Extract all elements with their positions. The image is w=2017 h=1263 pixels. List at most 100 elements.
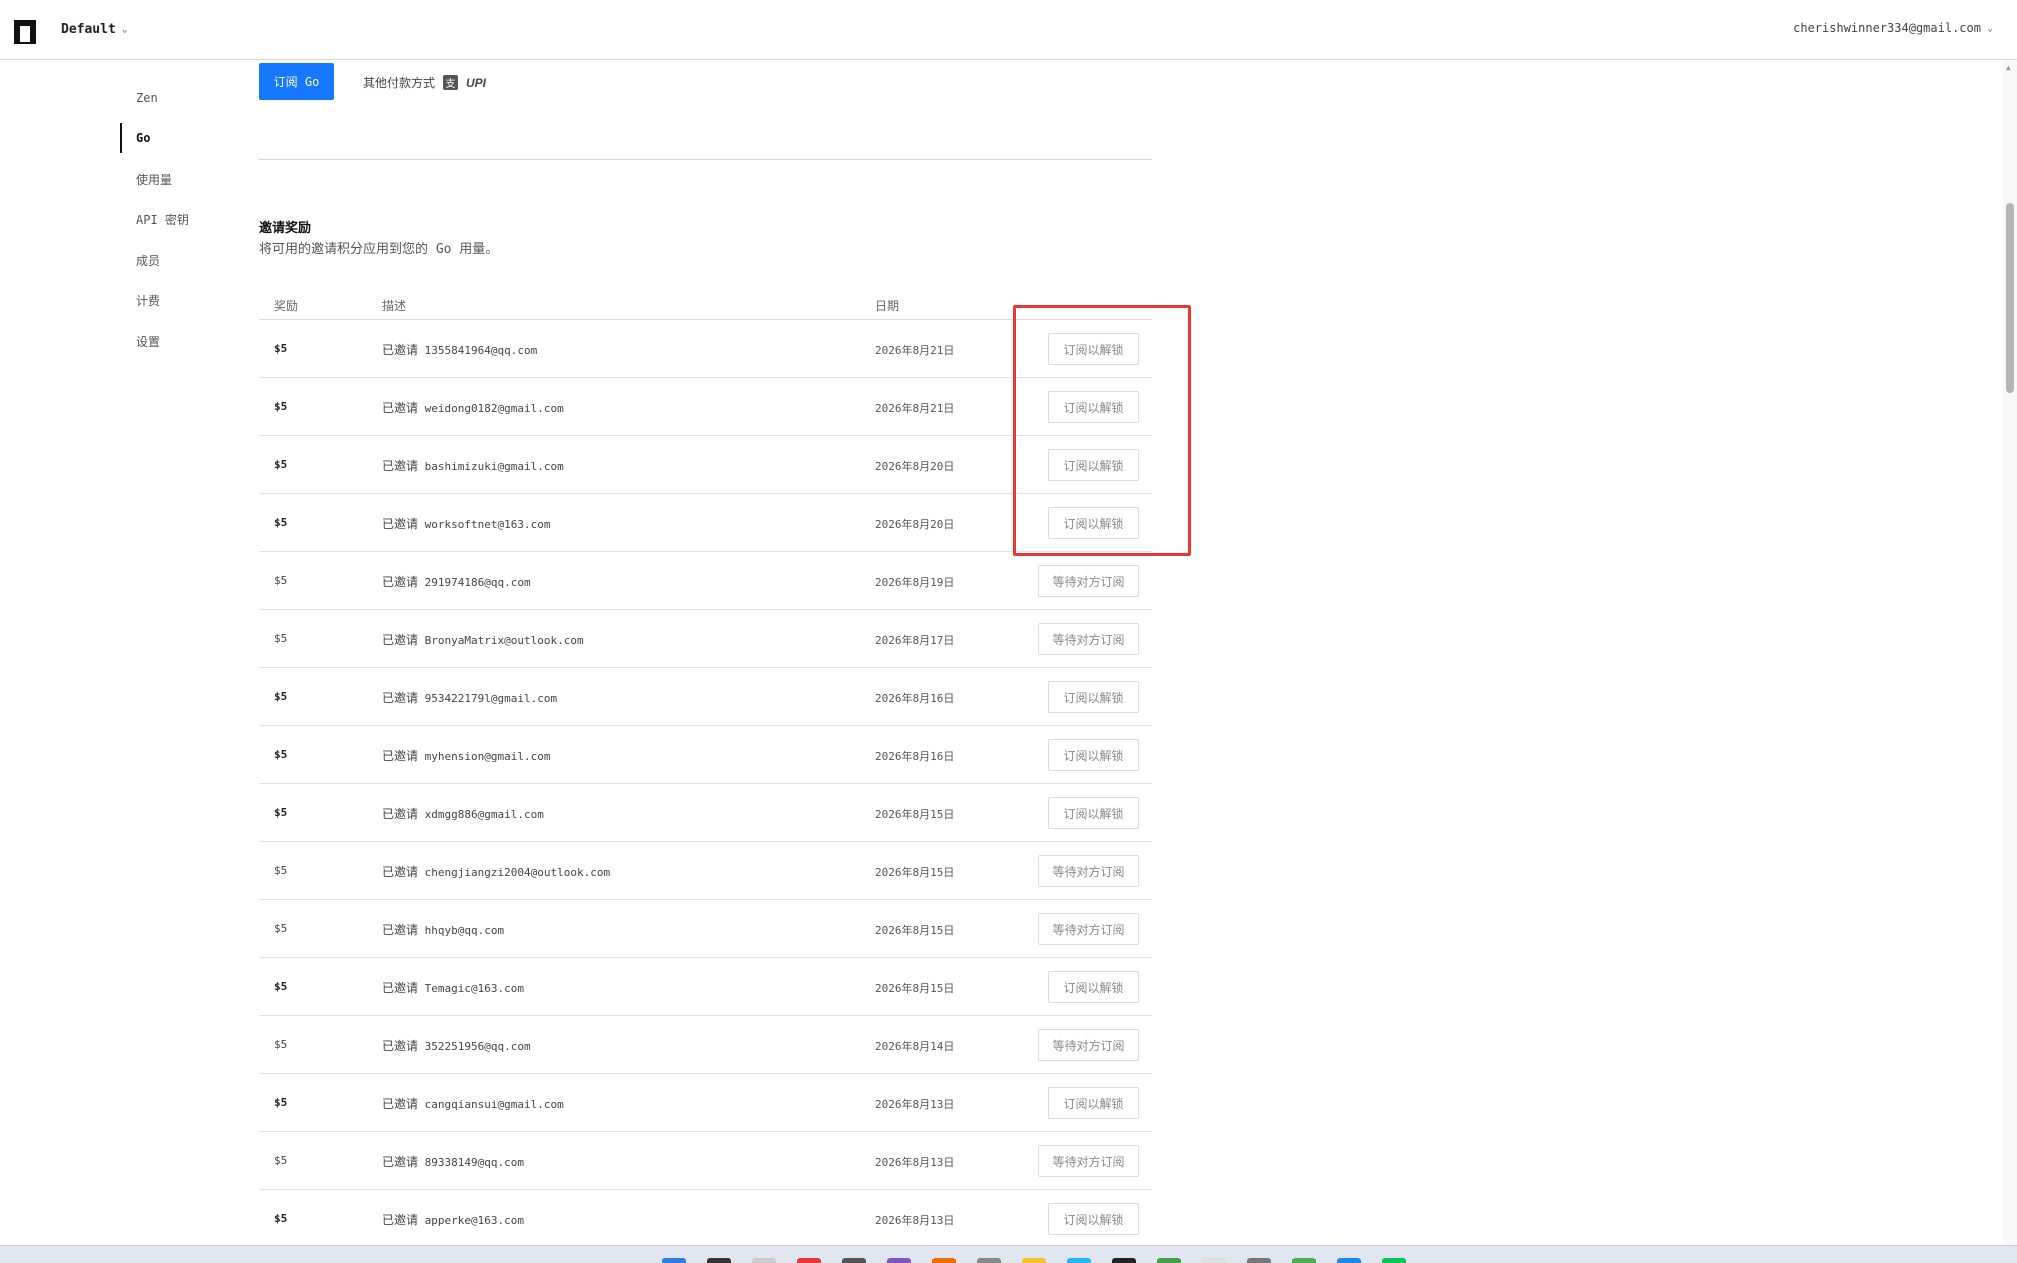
taskbar-app-icon[interactable] — [842, 1258, 866, 1263]
reward-amount: $5 — [274, 632, 288, 645]
table-row: $5 已邀请 1355841964@qq.com 2026年8月21日 订阅以解锁 — [259, 320, 1152, 378]
taskbar-app-icon[interactable] — [752, 1258, 776, 1263]
app-logo-icon[interactable] — [14, 20, 36, 44]
waiting-for-subscription-button[interactable]: 等待对方订阅 — [1038, 855, 1139, 887]
waiting-for-subscription-button[interactable]: 等待对方订阅 — [1038, 623, 1139, 655]
subscribe-to-unlock-button[interactable]: 订阅以解锁 — [1048, 681, 1139, 713]
reward-amount: $5 — [274, 400, 288, 413]
invited-label: 已邀请 — [382, 865, 419, 879]
sidebar-item-usage[interactable]: 使用量 — [120, 164, 240, 194]
invited-label: 已邀请 — [382, 633, 419, 647]
sidebar-item-settings[interactable]: 设置 — [120, 326, 240, 356]
invitee-email: 953422179l@gmail.com — [424, 692, 558, 705]
taskbar-app-icon[interactable] — [707, 1258, 731, 1263]
taskbar-app-icon[interactable] — [1202, 1258, 1226, 1263]
taskbar-app-icon[interactable] — [1157, 1258, 1181, 1263]
taskbar-app-icon[interactable] — [1067, 1258, 1091, 1263]
taskbar-app-icon[interactable] — [977, 1258, 1001, 1263]
waiting-for-subscription-button[interactable]: 等待对方订阅 — [1038, 913, 1139, 945]
table-row: $5 已邀请 xdmgg886@gmail.com 2026年8月15日 订阅以解锁 — [259, 784, 1152, 842]
invited-label: 已邀请 — [382, 575, 419, 589]
subscribe-to-unlock-button[interactable]: 订阅以解锁 — [1048, 507, 1139, 539]
sidebar-item-go[interactable]: Go — [120, 123, 240, 153]
table-row: $5 已邀请 BronyaMatrix@outlook.com 2026年8月17日… — [259, 610, 1152, 668]
reward-amount: $5 — [274, 458, 288, 471]
subscribe-go-label: 订阅 Go — [273, 75, 320, 89]
scroll-up-icon[interactable]: ▲ — [2006, 63, 2011, 72]
invited-label: 已邀请 — [382, 343, 419, 357]
other-payment-label: 其他付款方式 — [363, 76, 436, 90]
reward-description: 已邀请 worksoftnet@163.com — [382, 515, 550, 532]
table-row: $5 已邀请 bashimizuki@gmail.com 2026年8月20日 订阅以… — [259, 436, 1152, 494]
subscribe-to-unlock-button[interactable]: 订阅以解锁 — [1048, 391, 1139, 423]
reward-description: 已邀请 89338149@qq.com — [382, 1153, 524, 1170]
sidebar-item-zen[interactable]: Zen — [120, 83, 240, 113]
scroll-thumb[interactable] — [2006, 203, 2014, 393]
sidebar-item-members[interactable]: 成员 — [120, 245, 240, 275]
reward-description: 已邀请 bashimizuki@gmail.com — [382, 457, 564, 474]
reward-description: 已邀请 myhension@gmail.com — [382, 747, 550, 764]
taskbar-app-icon[interactable] — [887, 1258, 911, 1263]
sidebar-item-label: Go — [136, 131, 151, 145]
subscribe-to-unlock-button[interactable]: 订阅以解锁 — [1048, 333, 1139, 365]
invitee-email: cangqiansui@gmail.com — [424, 1098, 564, 1111]
waiting-for-subscription-button[interactable]: 等待对方订阅 — [1038, 1029, 1139, 1061]
waiting-for-subscription-button[interactable]: 等待对方订阅 — [1038, 1145, 1139, 1177]
chevron-down-icon: ⌄ — [121, 24, 128, 35]
invited-label: 已邀请 — [382, 807, 419, 821]
chevron-down-icon: ⌄ — [1986, 22, 1993, 34]
sidebar-item-billing[interactable]: 计费 — [120, 285, 240, 315]
sidebar-item-label: API 密钥 — [136, 212, 189, 227]
table-row: $5 已邀请 myhension@gmail.com 2026年8月16日 订阅以解锁 — [259, 726, 1152, 784]
taskbar-app-icon[interactable] — [1382, 1258, 1406, 1263]
alipay-icon: 支 — [443, 75, 459, 90]
invitee-email: 291974186@qq.com — [424, 576, 531, 589]
taskbar-app-icon[interactable] — [932, 1258, 956, 1263]
invited-label: 已邀请 — [382, 517, 419, 531]
table-row: $5 已邀请 Temagic@163.com 2026年8月15日 订阅以解锁 — [259, 958, 1152, 1016]
reward-date: 2026年8月20日 — [875, 460, 955, 473]
reward-date: 2026年8月19日 — [875, 576, 955, 589]
upi-icon: UPI — [466, 75, 487, 90]
table-body: $5 已邀请 1355841964@qq.com 2026年8月21日 订阅以解锁 $5… — [259, 320, 1152, 1248]
reward-date: 2026年8月15日 — [875, 808, 955, 821]
waiting-for-subscription-button[interactable]: 等待对方订阅 — [1038, 565, 1139, 597]
page-scrollbar[interactable]: ▲ — [2003, 60, 2017, 1245]
column-header-reward: 奖励 — [274, 299, 299, 313]
invitee-email: 352251956@qq.com — [424, 1040, 531, 1053]
sidebar-item-api-keys[interactable]: API 密钥 — [120, 204, 240, 234]
reward-description: 已邀请 Temagic@163.com — [382, 979, 524, 996]
taskbar-app-icon[interactable] — [797, 1258, 821, 1263]
column-header-description: 描述 — [382, 299, 407, 313]
reward-description: 已邀请 953422179l@gmail.com — [382, 689, 557, 706]
table-row: $5 已邀请 chengjiangzi2004@outlook.com 2026年8… — [259, 842, 1152, 900]
reward-amount: $5 — [274, 574, 288, 587]
account-menu[interactable]: cherishwinner334@gmail.com ⌄ — [1793, 21, 1993, 35]
invitee-email: weidong0182@gmail.com — [424, 402, 564, 415]
taskbar-app-icon[interactable] — [662, 1258, 686, 1263]
taskbar-app-icon[interactable] — [1337, 1258, 1361, 1263]
subscribe-to-unlock-button[interactable]: 订阅以解锁 — [1048, 449, 1139, 481]
taskbar-app-icon[interactable] — [1112, 1258, 1136, 1263]
taskbar-app-icon[interactable] — [1292, 1258, 1316, 1263]
subscribe-to-unlock-button[interactable]: 订阅以解锁 — [1048, 739, 1139, 771]
subscribe-go-button[interactable]: 订阅 Go — [259, 63, 334, 100]
subscribe-to-unlock-button[interactable]: 订阅以解锁 — [1048, 1203, 1139, 1235]
section-divider — [259, 159, 1152, 160]
subscribe-to-unlock-button[interactable]: 订阅以解锁 — [1048, 971, 1139, 1003]
rewards-table: 奖励 描述 日期 $5 已邀请 1355841964@qq.com 2026年8月2… — [259, 288, 1152, 1248]
invitee-email: chengjiangzi2004@outlook.com — [424, 866, 611, 879]
subscribe-to-unlock-button[interactable]: 订阅以解锁 — [1048, 797, 1139, 829]
taskbar-app-icon[interactable] — [1247, 1258, 1271, 1263]
invitee-email: xdmgg886@gmail.com — [424, 808, 544, 821]
subscribe-to-unlock-button[interactable]: 订阅以解锁 — [1048, 1087, 1139, 1119]
workspace-selector[interactable]: Default ⌄ — [61, 22, 128, 37]
other-payment-link[interactable]: 其他付款方式 支 UPI — [363, 74, 486, 91]
invitee-email: 89338149@qq.com — [424, 1156, 524, 1169]
reward-date: 2026年8月20日 — [875, 518, 955, 531]
table-row: $5 已邀请 hhqyb@qq.com 2026年8月15日 等待对方订阅 — [259, 900, 1152, 958]
workspace-name: Default — [61, 22, 116, 37]
taskbar-app-icon[interactable] — [1022, 1258, 1046, 1263]
invited-label: 已邀请 — [382, 1097, 419, 1111]
table-row: $5 已邀请 apperke@163.com 2026年8月13日 订阅以解锁 — [259, 1190, 1152, 1248]
